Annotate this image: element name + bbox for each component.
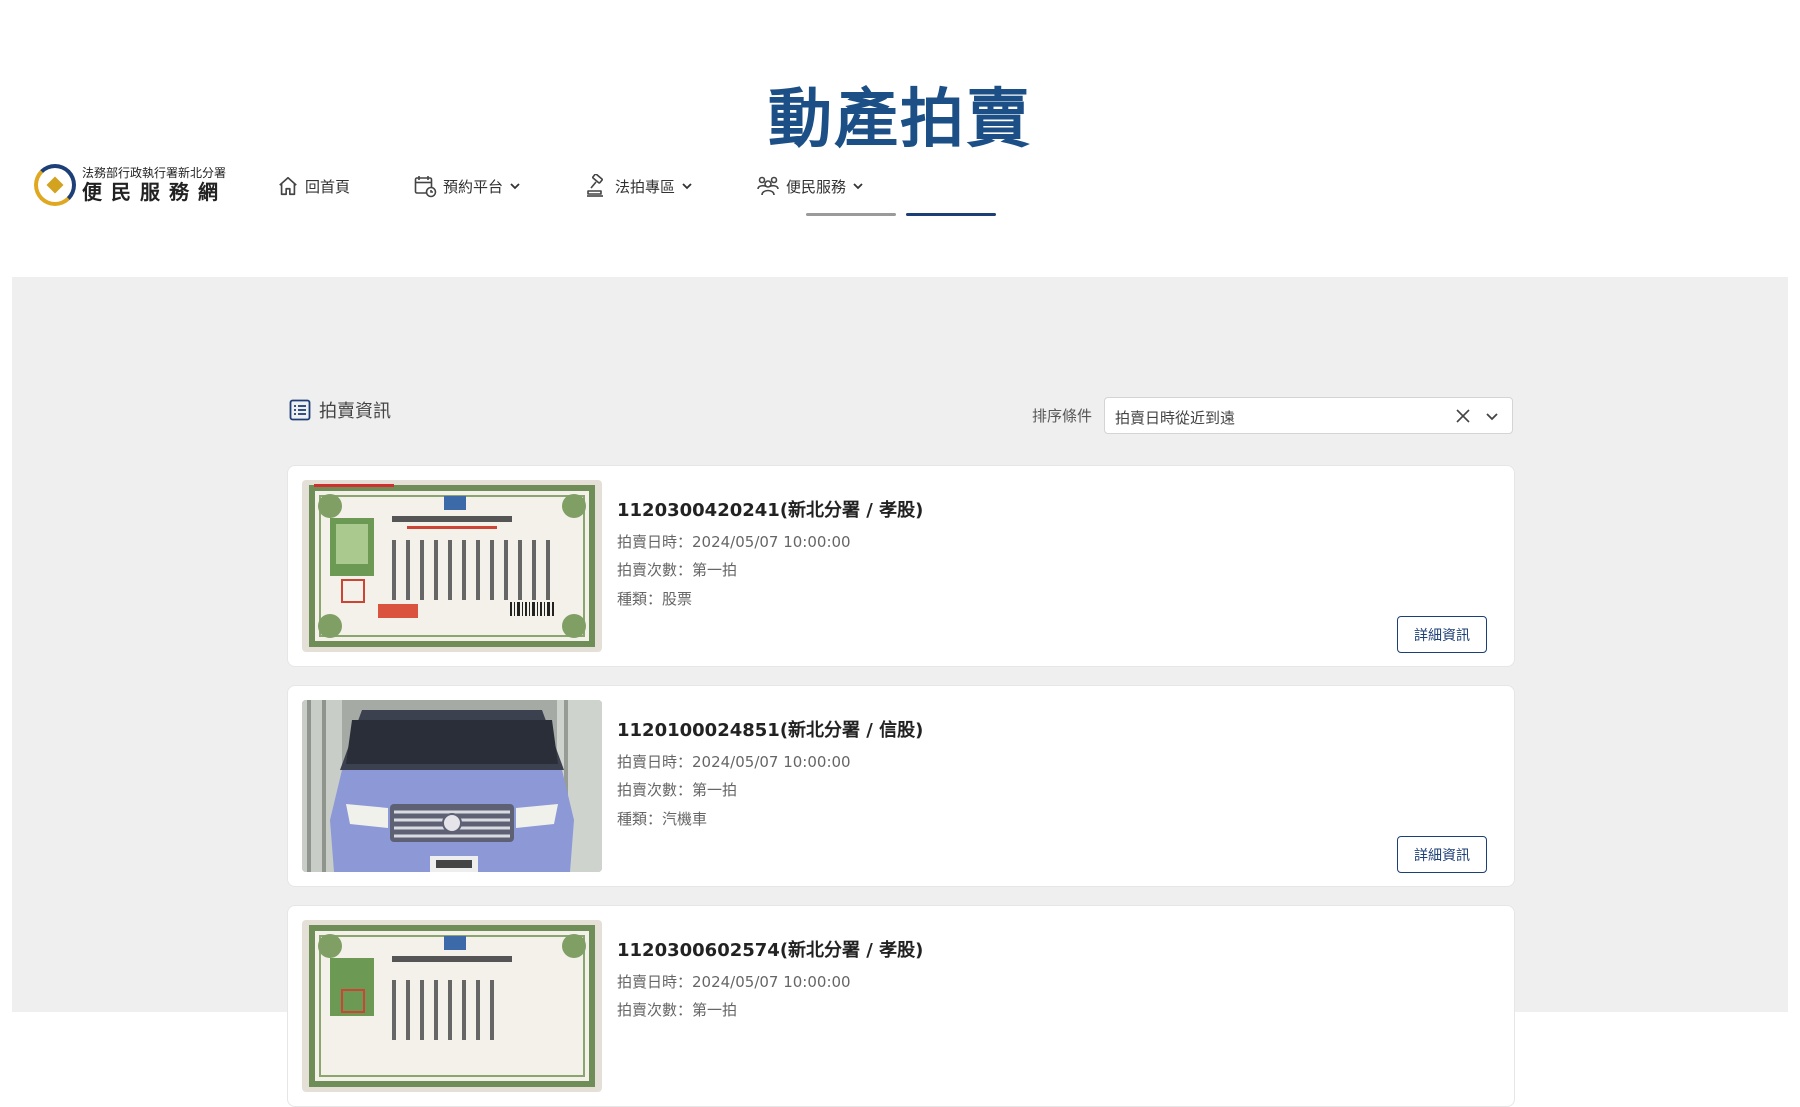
chevron-down-icon [682,183,692,190]
listing-date: 拍賣日時：2024/05/07 10:00:00 [617,753,851,771]
listing-date: 拍賣日時：2024/05/07 10:00:00 [617,533,851,551]
section-header: 拍賣資訊 [289,397,391,423]
close-icon[interactable] [1454,407,1472,425]
nav-services-label: 便民服務 [786,177,847,196]
listing-round: 拍賣次數：第一拍 [617,561,738,579]
site-logo[interactable]: 法務部行政執行署新北分署 便民服務網 [34,162,234,208]
nav-auction[interactable]: 法拍專區 [585,170,693,202]
detail-button[interactable]: 詳細資訊 [1397,836,1487,873]
sort-label: 排序條件 [1032,407,1093,425]
stock-certificate-image[interactable] [302,920,602,1092]
nav-booking-label: 預約平台 [443,177,504,196]
nav-booking[interactable]: 預約平台 [413,170,521,202]
nav-services[interactable]: 便民服務 [756,170,864,202]
listing-date: 拍賣日時：2024/05/07 10:00:00 [617,973,851,991]
nav-home[interactable]: 回首頁 [277,170,350,202]
home-icon [279,176,297,196]
nav-indicator-inactive [806,213,896,216]
stock-certificate-image[interactable] [302,480,602,652]
people-icon [757,176,779,196]
blue-car-image[interactable] [302,700,602,872]
list-icon [289,399,311,421]
section-title: 拍賣資訊 [319,401,391,422]
emblem-icon [34,164,76,206]
listing-round: 拍賣次數：第一拍 [617,1001,738,1019]
listing-title[interactable]: 1120100024851(新北分署 / 信股) [617,716,923,742]
list-item: 1120100024851(新北分署 / 信股) 拍賣日時：2024/05/07… [287,685,1515,887]
listing-category: 種類：股票 [617,590,693,608]
chevron-down-icon [853,183,863,190]
site-header: 法務部行政執行署新北分署 便民服務網 回首頁 預約平台 法拍專區 便民服務 [0,150,1800,220]
sort-select[interactable]: 拍賣日時從近到遠 [1104,397,1513,434]
sort-selected-value: 拍賣日時從近到遠 [1115,409,1236,427]
listing-title[interactable]: 1120300420241(新北分署 / 孝股) [617,496,923,522]
list-item: 1120300420241(新北分署 / 孝股) 拍賣日時：2024/05/07… [287,465,1515,667]
listing-title[interactable]: 1120300602574(新北分署 / 孝股) [617,936,923,962]
logo-agency-name: 法務部行政執行署新北分署 [82,166,227,181]
listing-category: 種類：汽機車 [617,810,708,828]
page-title: 動產拍賣 [768,83,1032,157]
nav-indicator-active [906,213,996,216]
chevron-down-icon[interactable] [1484,408,1500,424]
chevron-down-icon [510,183,520,190]
list-item: 1120300602574(新北分署 / 孝股) 拍賣日時：2024/05/07… [287,905,1515,1107]
nav-home-label: 回首頁 [305,177,351,196]
nav-auction-label: 法拍專區 [615,177,676,196]
calendar-icon [414,176,437,198]
listing-round: 拍賣次數：第一拍 [617,781,738,799]
logo-site-name: 便民服務網 [82,179,227,204]
auction-gavel-icon [587,174,603,197]
detail-button[interactable]: 詳細資訊 [1397,616,1487,653]
